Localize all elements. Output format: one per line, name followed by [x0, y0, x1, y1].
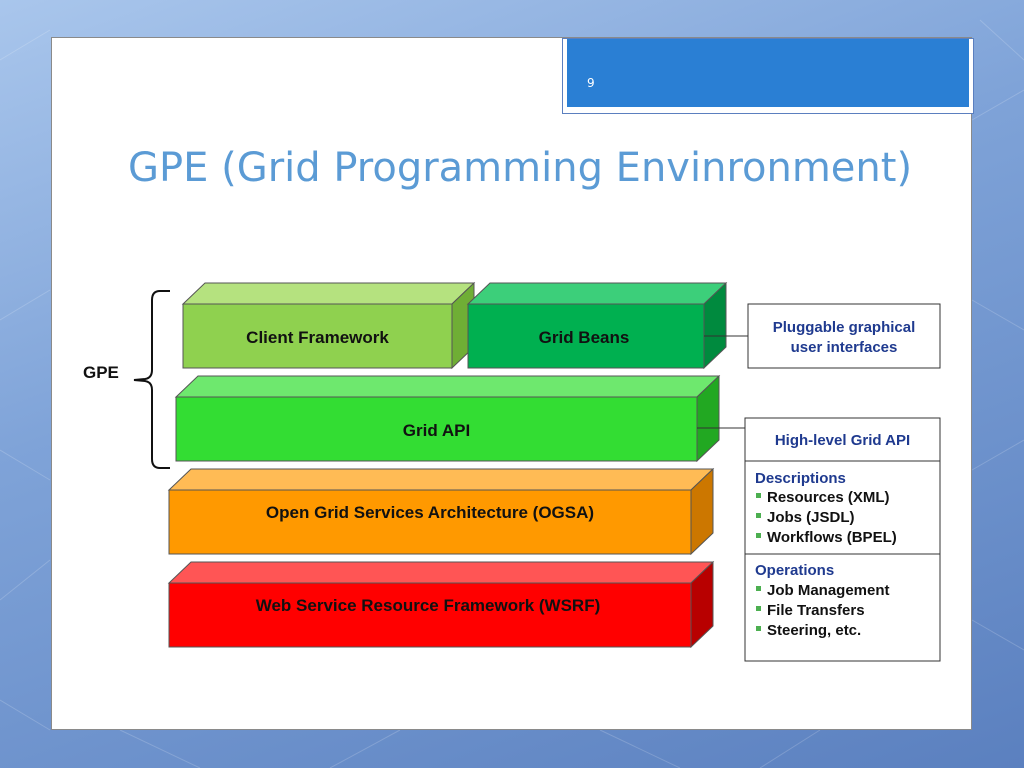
grid-api-layer: Grid API	[174, 374, 721, 463]
wsrf-layer: Web Service Resource Framework (WSRF)	[167, 560, 715, 649]
descriptions-item: Resources (XML)	[767, 489, 890, 506]
operations-item: Steering, etc.	[767, 622, 861, 639]
gpe-architecture-diagram: GPE Client Framework Grid Beans Grid API…	[83, 281, 941, 662]
descriptions-item: Jobs (JSDL)	[767, 509, 855, 526]
bullet-square	[756, 626, 761, 631]
bullet-square	[756, 586, 761, 591]
pluggable-gui-box	[747, 303, 941, 369]
bullet-square	[756, 493, 761, 498]
client-framework-label: Client Framework	[246, 328, 389, 347]
bullet-square	[756, 606, 761, 611]
grid-beans-label: Grid Beans	[539, 328, 630, 347]
wsrf-label: Web Service Resource Framework (WSRF)	[256, 596, 601, 615]
ogsa-front	[168, 489, 692, 555]
bullet-square	[756, 533, 761, 538]
high-level-api-title: High-level Grid API	[775, 432, 910, 449]
client-framework-top	[181, 282, 476, 305]
operations-item: Job Management	[767, 582, 890, 599]
ogsa-label: Open Grid Services Architecture (OGSA)	[266, 503, 594, 522]
gpe-label: GPE	[83, 363, 119, 382]
grid-api-label: Grid API	[403, 421, 470, 440]
client-framework-layer: Client Framework	[181, 281, 476, 370]
bullet-square	[756, 513, 761, 518]
grid-api-top	[174, 375, 721, 398]
descriptions-item: Workflows (BPEL)	[767, 529, 897, 546]
operations-item: File Transfers	[767, 602, 865, 619]
pluggable-gui-callout: Pluggable graphical user interfaces	[747, 303, 941, 369]
wsrf-top	[167, 561, 715, 584]
pluggable-gui-line2: user interfaces	[791, 339, 898, 356]
grid-beans-top	[466, 282, 728, 305]
ogsa-layer: Open Grid Services Architecture (OGSA)	[167, 467, 715, 556]
grid-beans-layer: Grid Beans	[466, 281, 728, 370]
ogsa-top	[167, 468, 715, 491]
gpe-bracket	[133, 290, 170, 469]
pluggable-gui-line1: Pluggable graphical	[773, 319, 916, 336]
high-level-api-callout: High-level Grid API Descriptions Resourc…	[744, 417, 941, 662]
operations-heading: Operations	[755, 562, 834, 579]
wsrf-front	[168, 582, 692, 648]
descriptions-heading: Descriptions	[755, 470, 846, 487]
